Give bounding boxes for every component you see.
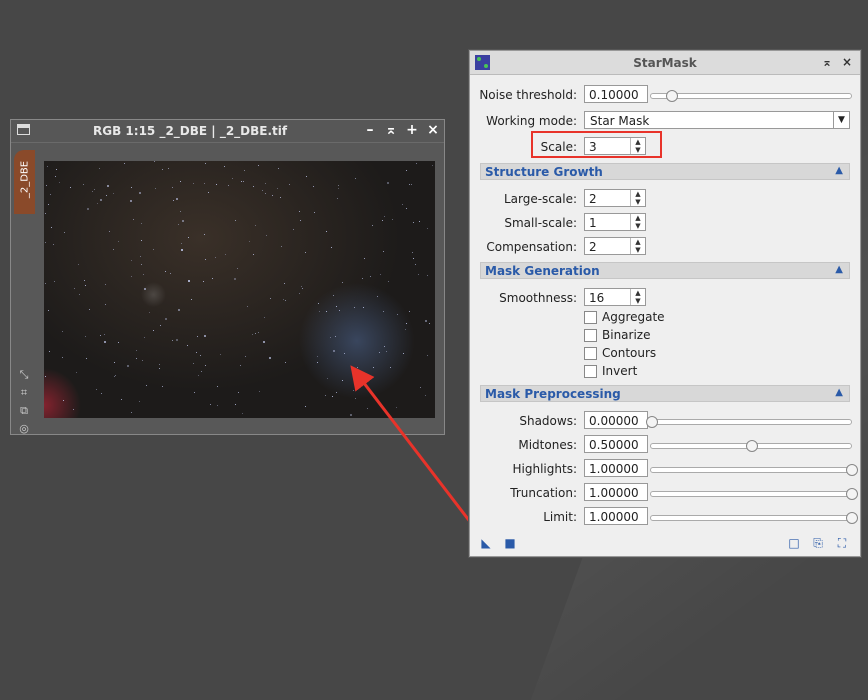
spin-arrows-icon[interactable]: ▲ ▼ <box>630 214 645 230</box>
midtones-label: Midtones: <box>518 438 577 452</box>
limit-input[interactable]: 1.00000 <box>584 507 648 525</box>
checkbox-label: Aggregate <box>602 310 665 324</box>
truncation-input[interactable]: 1.00000 <box>584 483 648 501</box>
checkbox-label: Binarize <box>602 328 651 342</box>
smoothness-row: Smoothness: 16 ▲ ▼ <box>470 288 860 308</box>
slider-knob[interactable] <box>846 464 858 476</box>
slider-knob[interactable] <box>846 488 858 500</box>
working-mode-select[interactable]: Star Mask ▼ <box>584 111 850 129</box>
shadows-input[interactable]: 0.00000 <box>584 411 648 429</box>
highlights-row: Highlights: 1.00000 <box>470 459 860 479</box>
compensation-value: 2 <box>589 240 597 254</box>
process-bottom-bar: ◣ ■ □ ⎘ ⛶ <box>470 531 860 557</box>
section-title: Mask Generation <box>485 264 600 278</box>
working-mode-value: Star Mask <box>590 114 650 128</box>
apply-square-icon[interactable]: ■ <box>504 537 516 549</box>
small-scale-label: Small-scale: <box>504 216 577 230</box>
collapse-icon[interactable]: ▲ <box>835 165 843 176</box>
shadows-slider[interactable] <box>646 416 852 428</box>
shade-icon[interactable]: ⌅ <box>820 55 834 69</box>
section-title: Structure Growth <box>485 165 603 179</box>
collapse-icon[interactable]: ▲ <box>835 387 843 398</box>
midtones-slider[interactable] <box>650 440 852 452</box>
large-scale-value: 2 <box>589 192 597 206</box>
checkbox-label: Contours <box>602 346 657 360</box>
smoothness-value: 16 <box>589 291 605 305</box>
truncation-slider[interactable] <box>650 488 858 500</box>
mask-preprocessing-section[interactable]: Mask Preprocessing ▲ <box>480 385 850 402</box>
spin-arrows-icon[interactable]: ▲ ▼ <box>630 238 645 254</box>
noise-threshold-input[interactable]: 0.10000 <box>584 85 648 103</box>
scale-row: Scale: 3 ▲ ▼ <box>470 137 860 157</box>
reset-all-icon[interactable]: ⛶ <box>836 537 848 549</box>
scale-highlight-box <box>531 131 662 158</box>
checkbox-box[interactable] <box>584 347 597 360</box>
compensation-row: Compensation: 2 ▲ ▼ <box>470 237 860 257</box>
limit-label: Limit: <box>543 510 577 524</box>
slider-knob[interactable] <box>646 416 658 428</box>
noise-threshold-label: Noise threshold: <box>479 88 577 102</box>
highlights-label: Highlights: <box>512 462 577 476</box>
shadows-row: Shadows: 0.00000 <box>470 411 860 431</box>
checkbox-box[interactable] <box>584 329 597 342</box>
reset-icon[interactable]: □ <box>788 537 800 549</box>
compensation-label: Compensation: <box>486 240 577 254</box>
working-mode-row: Working mode: Star Mask ▼ <box>470 111 860 131</box>
documentation-icon[interactable]: ⎘ <box>812 537 824 549</box>
collapse-icon[interactable]: ▲ <box>835 264 843 275</box>
highlights-input[interactable]: 1.00000 <box>584 459 648 477</box>
checkbox-label: Invert <box>602 364 638 378</box>
spin-arrows-icon[interactable]: ▲ ▼ <box>630 289 645 305</box>
midtones-input[interactable]: 0.50000 <box>584 435 648 453</box>
smoothness-label: Smoothness: <box>499 291 577 305</box>
mask-generation-section[interactable]: Mask Generation ▲ <box>480 262 850 279</box>
slider-knob[interactable] <box>746 440 758 452</box>
large-scale-row: Large-scale: 2 ▲ ▼ <box>470 189 860 209</box>
compensation-spinbox[interactable]: 2 ▲ ▼ <box>584 237 646 255</box>
midtones-row: Midtones: 0.50000 <box>470 435 860 455</box>
small-scale-spinbox[interactable]: 1 ▲ ▼ <box>584 213 646 231</box>
highlights-slider[interactable] <box>650 464 858 476</box>
starmask-titlebar[interactable]: StarMask ⌅ × <box>470 51 860 75</box>
structure-growth-section[interactable]: Structure Growth ▲ <box>480 163 850 180</box>
small-scale-value: 1 <box>589 216 597 230</box>
small-scale-row: Small-scale: 1 ▲ ▼ <box>470 213 860 233</box>
working-mode-label: Working mode: <box>486 114 577 128</box>
noise-threshold-slider[interactable] <box>650 90 852 102</box>
spin-arrows-icon[interactable]: ▲ ▼ <box>630 190 645 206</box>
noise-threshold-row: Noise threshold: 0.10000 <box>470 85 860 105</box>
large-scale-label: Large-scale: <box>503 192 577 206</box>
limit-slider[interactable] <box>650 512 858 524</box>
slider-knob[interactable] <box>666 90 678 102</box>
close-icon[interactable]: × <box>840 55 854 69</box>
truncation-row: Truncation: 1.00000 <box>470 483 860 503</box>
checkbox-box[interactable] <box>584 365 597 378</box>
truncation-label: Truncation: <box>510 486 577 500</box>
large-scale-spinbox[interactable]: 2 ▲ ▼ <box>584 189 646 207</box>
slider-knob[interactable] <box>846 512 858 524</box>
starmask-window[interactable]: StarMask ⌅ × Noise threshold: 0.10000 Wo… <box>469 50 861 557</box>
starmask-title: StarMask <box>633 56 697 70</box>
new-instance-triangle-icon[interactable]: ◣ <box>480 537 492 549</box>
limit-row: Limit: 1.00000 <box>470 507 860 527</box>
smoothness-spinbox[interactable]: 16 ▲ ▼ <box>584 288 646 306</box>
section-title: Mask Preprocessing <box>485 387 621 401</box>
shadows-label: Shadows: <box>519 414 577 428</box>
checkbox-box[interactable] <box>584 311 597 324</box>
chevron-down-icon[interactable]: ▼ <box>833 112 849 128</box>
